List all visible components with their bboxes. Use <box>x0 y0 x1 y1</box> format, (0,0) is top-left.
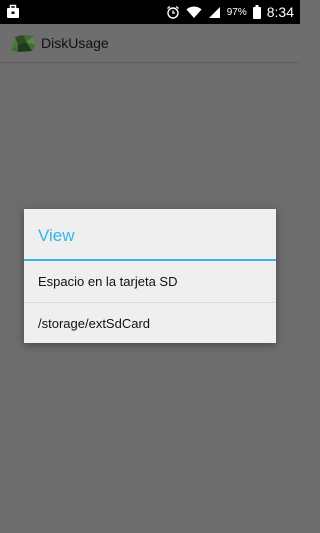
status-icons: 97% 8:34 <box>166 0 294 24</box>
status-bar: 97% 8:34 <box>0 0 300 24</box>
action-bar: DiskUsage <box>0 24 300 63</box>
battery-icon <box>252 5 261 19</box>
dialog-title: View <box>24 209 276 261</box>
dialog-option-sd-space[interactable]: Espacio en la tarjeta SD <box>24 261 276 302</box>
dialog-option-storage-path[interactable]: /storage/extSdCard <box>24 302 276 343</box>
alarm-icon <box>166 5 180 19</box>
battery-percentage: 97% <box>226 6 247 18</box>
briefcase-icon <box>6 4 20 20</box>
status-clock: 8:34 <box>266 4 294 20</box>
view-dialog: View Espacio en la tarjeta SD /storage/e… <box>24 209 276 343</box>
wifi-icon <box>186 6 202 19</box>
signal-icon <box>208 6 221 19</box>
app-title: DiskUsage <box>41 35 109 51</box>
disk-usage-app-icon[interactable] <box>10 33 36 53</box>
